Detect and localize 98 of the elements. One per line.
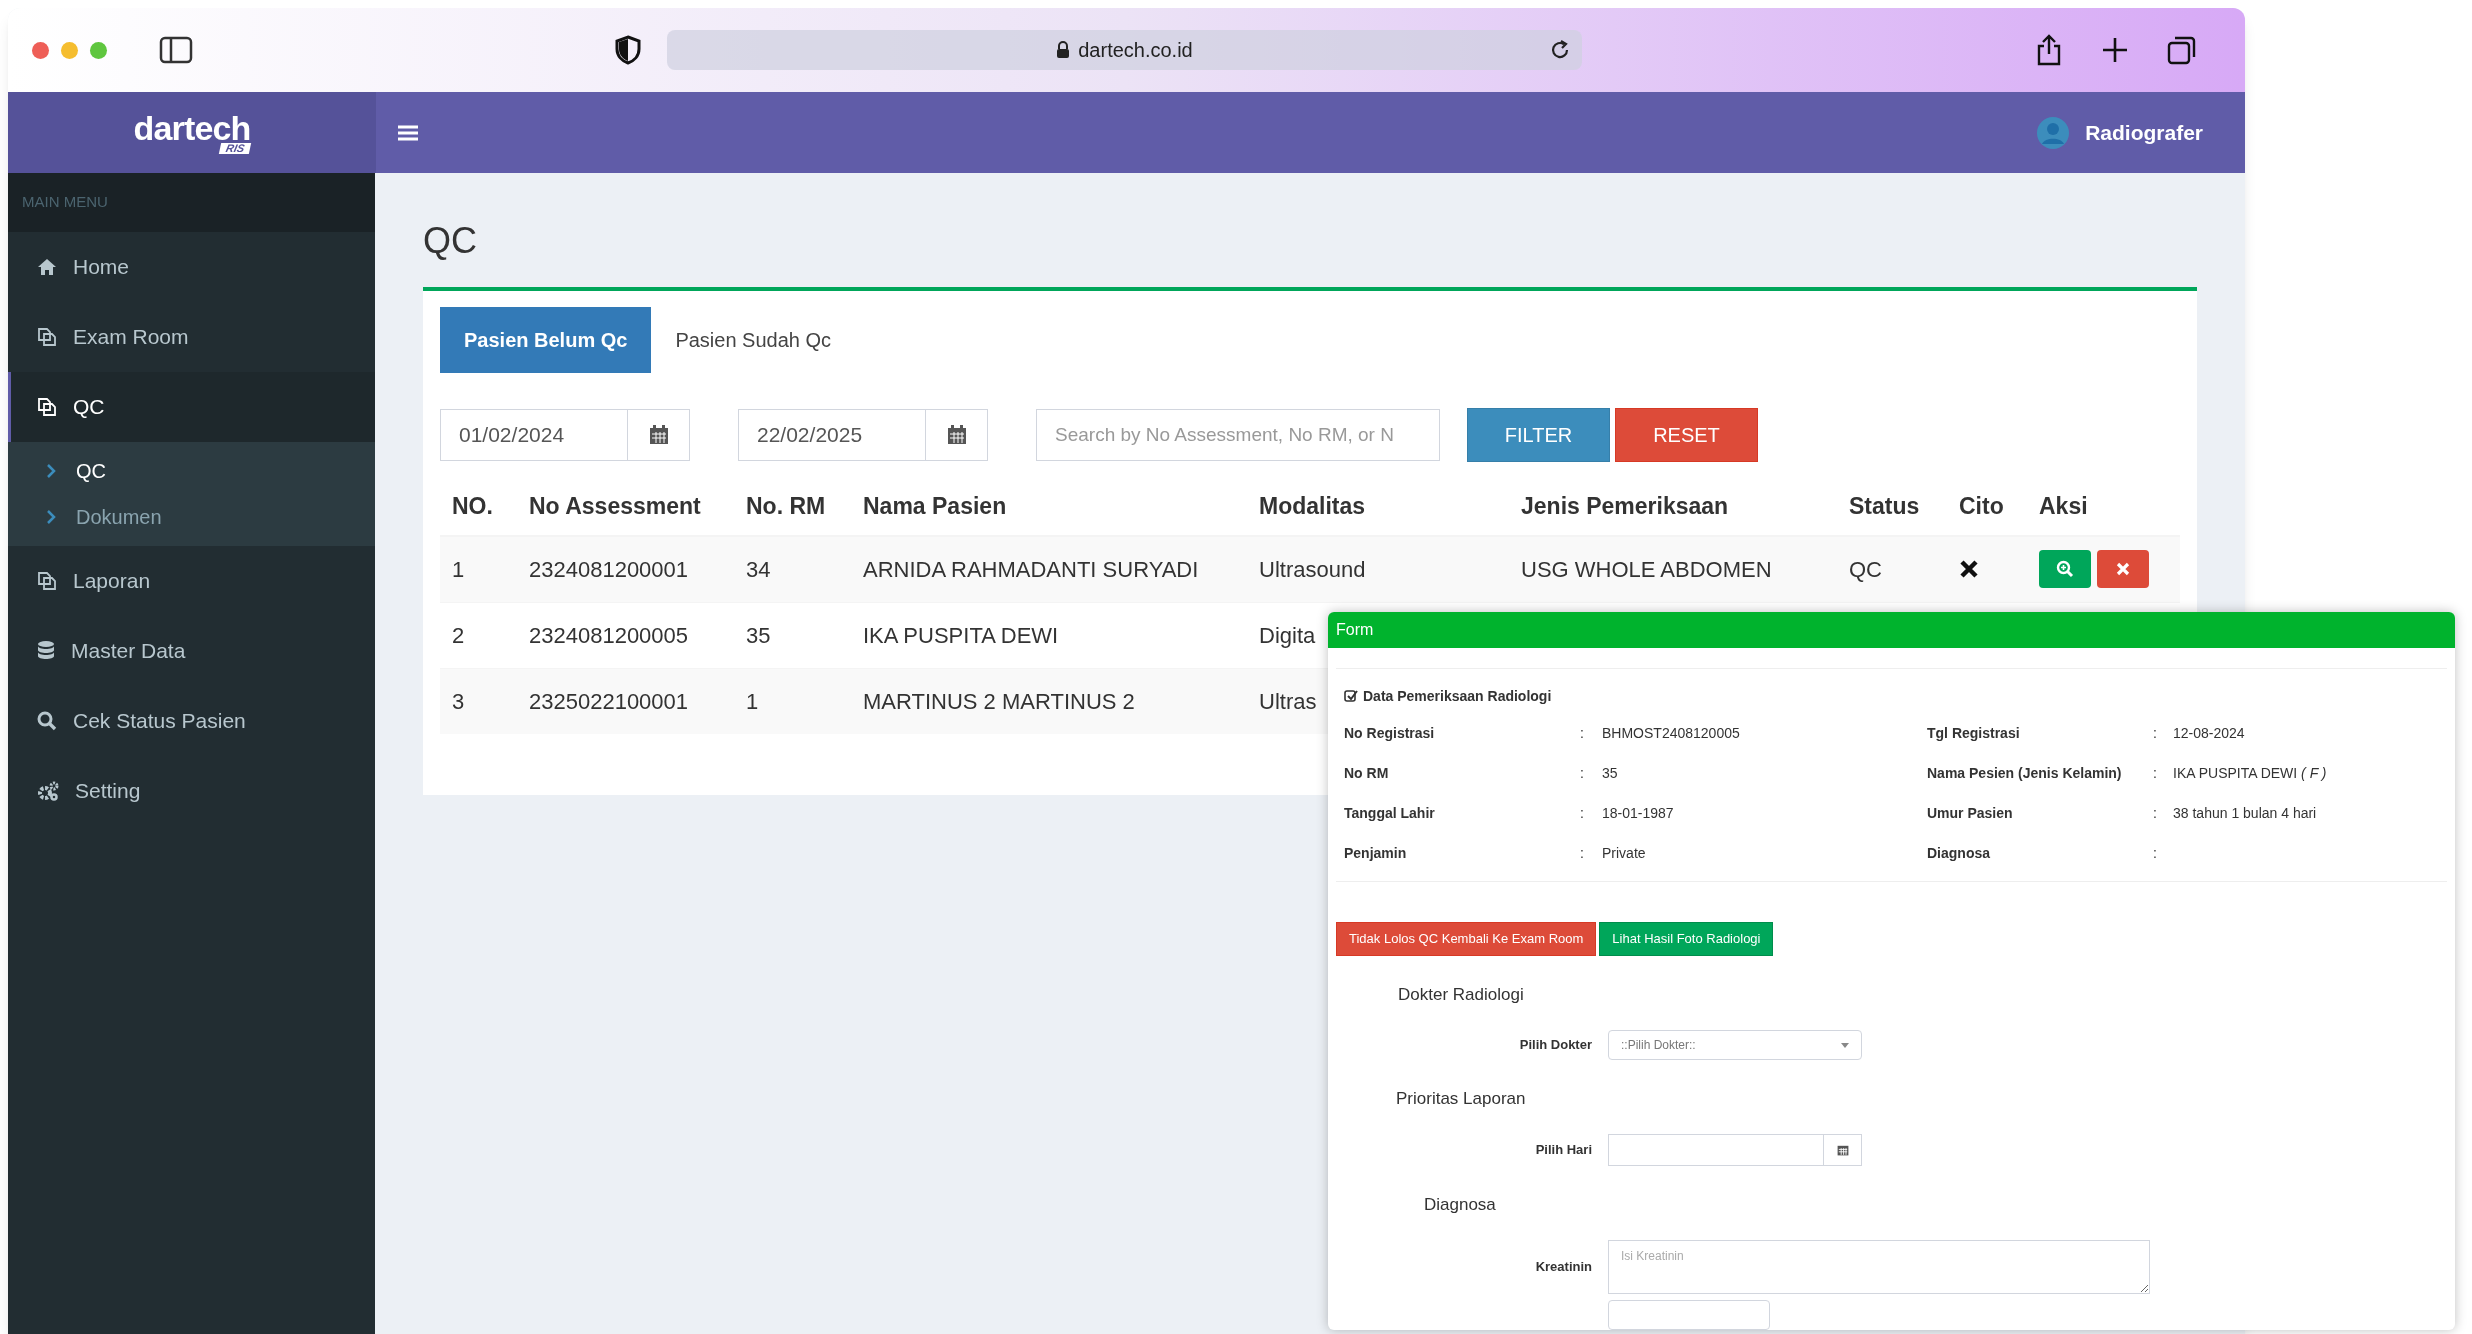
colon-text: : (2153, 763, 2158, 783)
field-value: 38 tahun 1 bulan 4 hari (2173, 804, 2318, 823)
plus-icon[interactable] (2101, 36, 2129, 64)
group-heading: Dokter Radiologi (1398, 984, 1524, 1006)
table-cell: 1 (734, 668, 851, 734)
colon-text: : (1580, 803, 1585, 823)
copy-icon (37, 571, 57, 591)
menu-icon[interactable] (398, 123, 418, 142)
search-icon (37, 711, 57, 731)
table-cell: 2324081200005 (517, 602, 734, 668)
calendar-icon[interactable] (946, 425, 967, 445)
table-cell: 2324081200001 (517, 536, 734, 602)
chevron-right-icon (46, 509, 56, 525)
sidebar-item[interactable]: Home (8, 232, 375, 302)
delete-button[interactable] (2097, 550, 2149, 589)
field-label: Pilih Hari (1534, 1141, 1592, 1160)
submenu-item[interactable]: QC (8, 448, 375, 494)
field-value: Private (1602, 844, 1647, 863)
view-button[interactable] (2039, 550, 2091, 589)
field-value: IKA PUSPITA DEWI ( F ) (2173, 764, 2328, 783)
sidebar-item[interactable]: Master Data (8, 616, 375, 686)
field-label: Kreatinin (1534, 1258, 1592, 1277)
tab[interactable]: Pasien Belum Qc (440, 307, 652, 373)
sidebar-item[interactable]: Setting (8, 756, 375, 826)
group-heading: Prioritas Laporan (1396, 1088, 1526, 1110)
caret-icon (1841, 1042, 1849, 1048)
reset-button[interactable]: RESET (1615, 408, 1758, 462)
table-cell: ARNIDA RAHMADANTI SURYADI (851, 536, 1247, 602)
colon-text: : (2153, 723, 2158, 743)
table-cell: 1 (440, 536, 517, 602)
colon-text: : (1580, 763, 1585, 783)
group-heading: Diagnosa (1424, 1194, 1496, 1216)
search-field[interactable]: Search by No Assessment, No RM, or N (1036, 409, 1440, 461)
date-field[interactable] (1608, 1134, 1862, 1166)
submenu-item[interactable]: Dokumen (8, 494, 375, 540)
form-title-bar: Form (1328, 612, 2455, 648)
text-area[interactable]: Isi Kreatinin (1608, 1240, 2150, 1294)
table-cell: 35 (734, 602, 851, 668)
field-label: Tanggal Lahir (1344, 803, 1436, 823)
tab[interactable]: Pasien Sudah Qc (651, 307, 856, 373)
sidebar-section-header: MAIN MENU (8, 173, 375, 232)
table-cell: USG WHOLE ABDOMEN (1509, 536, 1837, 602)
copy-icon (37, 327, 57, 347)
logo[interactable]: dartech RIS (133, 111, 251, 154)
field-value: BHMOST2408120005 (1602, 724, 1741, 743)
filter-button[interactable]: FILTER (1467, 408, 1610, 462)
user-menu[interactable]: Radiografer (2037, 116, 2203, 149)
field-label: Diagnosa (1927, 843, 1991, 863)
table-cell: 34 (734, 536, 851, 602)
table-cell: IKA PUSPITA DEWI (851, 602, 1247, 668)
sidebar-item[interactable]: QC (8, 372, 375, 442)
checked-checkbox-icon (1344, 689, 1358, 703)
dropdown[interactable]: ::Pilih Dokter:: (1608, 1030, 1862, 1060)
colon-text: : (1580, 843, 1585, 863)
copy-icon (37, 397, 57, 417)
table-cell: MARTINUS 2 MARTINUS 2 (851, 668, 1247, 734)
zoom-in-icon (2056, 560, 2074, 579)
database-icon (37, 641, 55, 661)
close-window-button[interactable] (32, 41, 49, 59)
lock-icon (1056, 41, 1071, 59)
field-value: 18-01-1987 (1602, 804, 1675, 823)
user-avatar-icon (2037, 116, 2070, 149)
colon-text: : (1580, 723, 1585, 743)
field-label: Umur Pasien (1927, 803, 2014, 823)
field-label: Penjamin (1344, 843, 1408, 863)
calendar-icon[interactable] (648, 425, 669, 445)
colon-text: : (2153, 843, 2158, 863)
table-cell: 2 (440, 602, 517, 668)
page-title: QC (423, 223, 478, 259)
date-to-field[interactable]: 22/02/2025 (738, 409, 988, 461)
home-icon (37, 258, 57, 276)
share-icon[interactable] (2035, 34, 2063, 66)
table-cell: 3 (440, 668, 517, 734)
table-cell: Ultrasound (1247, 536, 1509, 602)
sidebar-item[interactable]: Laporan (8, 546, 375, 616)
input-field[interactable] (1608, 1300, 1770, 1330)
field-value: 35 (1602, 764, 1619, 783)
gears-icon (37, 781, 59, 801)
date-from-field[interactable]: 01/02/2024 (440, 409, 690, 461)
field-value: 12-08-2024 (2173, 724, 2246, 743)
field-label: Nama Pesien (Jenis Kelamin) (1927, 763, 2123, 783)
chevron-right-icon (46, 463, 56, 479)
table-cell: QC (1837, 536, 1947, 602)
reject-button[interactable]: Tidak Lolos QC Kembali Ke Exam Room (1336, 922, 1597, 956)
field-label: Pilih Dokter (1518, 1036, 1592, 1055)
address-bar[interactable]: dartech.co.id (667, 30, 1582, 70)
table-cell: 2325022100001 (517, 668, 734, 734)
tabs-overview-icon[interactable] (2167, 35, 2197, 65)
colon-text: : (2153, 803, 2158, 823)
shield-icon[interactable] (615, 35, 641, 65)
sidebar-item[interactable]: Cek Status Pasien (8, 686, 375, 756)
sidebar-item[interactable]: Exam Room (8, 302, 375, 372)
close-icon (2116, 562, 2130, 577)
field-label: Tgl Registrasi (1927, 723, 2021, 743)
sidebar-toggle-icon[interactable] (159, 36, 193, 64)
url-text: dartech.co.id (1078, 38, 1193, 63)
field-label: No RM (1344, 763, 1390, 783)
calendar-icon[interactable] (1836, 1144, 1849, 1156)
